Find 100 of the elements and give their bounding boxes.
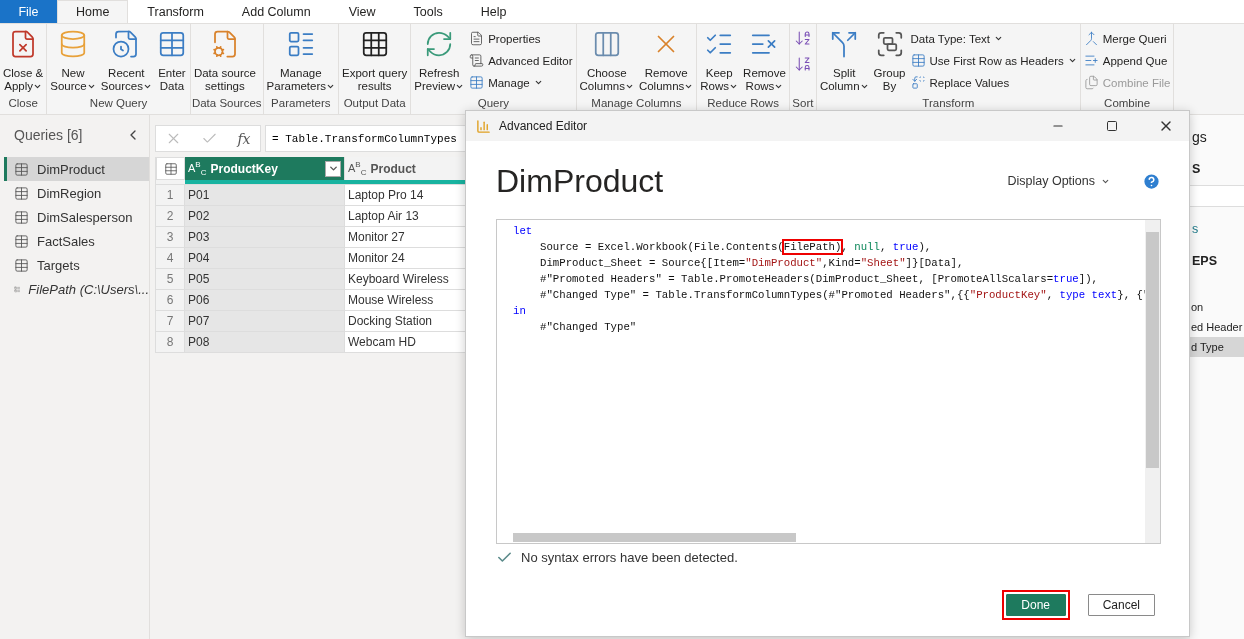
ribbon-button[interactable]: Append Que <box>1083 51 1171 70</box>
scroll-icon <box>469 53 485 68</box>
file-tab[interactable]: File <box>0 0 57 23</box>
display-options-button[interactable]: Display Options <box>1007 174 1110 188</box>
cancel-button[interactable]: Cancel <box>1087 594 1155 616</box>
query-item[interactable]: FactSales <box>4 229 149 253</box>
row-number: 5 <box>156 269 185 290</box>
table-icon <box>14 209 29 225</box>
section-heading: S <box>1191 161 1202 178</box>
code-line: let <box>513 224 534 239</box>
caret-icon <box>624 82 634 91</box>
ribbon-button[interactable]: Refresh Preview <box>412 29 467 93</box>
list-plus-icon <box>1083 53 1099 68</box>
ribbon-button[interactable]: Recent Sources <box>98 29 154 93</box>
table-cell: Docking Station <box>345 311 467 332</box>
caret-icon <box>455 82 465 91</box>
query-item[interactable]: DimSalesperson <box>4 205 149 229</box>
group-label: Combine <box>1103 97 1152 111</box>
group-label: Data Sources <box>191 97 262 111</box>
status-message: No syntax errors have been detected. <box>521 550 738 565</box>
query-item[interactable]: Targets <box>4 253 149 277</box>
ribbon-button[interactable]: Advanced Editor <box>469 51 573 70</box>
maximize-icon[interactable] <box>1106 120 1118 132</box>
row-number: 8 <box>156 332 185 353</box>
files-icon <box>1083 75 1099 90</box>
properties-link[interactable]: s <box>1190 219 1244 239</box>
table-cell: P03 <box>185 227 345 248</box>
database-icon <box>58 29 88 59</box>
ribbon-button[interactable]: Use First Row as Headers <box>910 51 1077 70</box>
code-line: #"Changed Type" <box>539 320 638 335</box>
ribbon-button[interactable]: Choose Columns <box>577 29 636 93</box>
ribbon-button[interactable]: Export query results <box>340 29 410 93</box>
query-item[interactable]: FilePath (C:\Users\... <box>4 277 149 301</box>
code-line: in <box>513 304 527 319</box>
caret-icon <box>326 82 336 91</box>
table-icon <box>14 161 29 177</box>
table-icon[interactable] <box>163 161 178 176</box>
caret-icon <box>1067 56 1077 65</box>
table-cell: P05 <box>185 269 345 290</box>
table-cell: Monitor 24 <box>345 248 467 269</box>
caret-icon <box>33 82 43 91</box>
applied-step[interactable]: on <box>1190 297 1244 317</box>
row-number: 4 <box>156 248 185 269</box>
ribbon-button[interactable]: Close & Apply <box>1 29 46 93</box>
row-number: 6 <box>156 290 185 311</box>
code-line: #"Promoted Headers" = Table.PromoteHeaders(DimProduct_Sheet, [PromoteAllScalars=true]), <box>539 272 1099 287</box>
table-icon <box>469 75 485 90</box>
applied-step[interactable]: d Type <box>1190 337 1244 357</box>
table-cell: Monitor 27 <box>345 227 467 248</box>
ribbon-button[interactable]: Data Type: Text <box>910 29 1077 48</box>
caret-icon <box>859 82 869 91</box>
query-item[interactable]: DimRegion <box>4 181 149 205</box>
caret-icon <box>774 82 784 91</box>
sort-descending-icon <box>793 55 812 73</box>
ribbon-button[interactable]: Split Column <box>817 29 871 93</box>
caret-icon <box>994 34 1003 43</box>
ribbon-button[interactable]: Replace Values <box>910 73 1077 92</box>
ribbon-button[interactable]: Properties <box>469 29 573 48</box>
code-editor[interactable] <box>496 219 1161 544</box>
table-cell: P04 <box>185 248 345 269</box>
ribbon-button[interactable]: Enter Data <box>154 29 189 93</box>
horizontal-scrollbar-thumb[interactable] <box>513 533 796 542</box>
ribbon-button[interactable]: Merge Queri <box>1083 29 1171 48</box>
table-icon <box>14 257 29 273</box>
ribbon-button[interactable]: Manage <box>469 73 573 92</box>
formula-field[interactable]: = Table.TransformColumnTypes <box>265 125 467 152</box>
help-icon[interactable] <box>1142 171 1161 191</box>
ribbon-button[interactable]: Remove Rows <box>741 29 788 93</box>
ribbon-button[interactable]: Manage Parameters <box>264 29 338 93</box>
query-heading: DimProduct <box>496 162 665 200</box>
done-button[interactable]: Done <box>1005 594 1066 616</box>
query-item[interactable]: DimProduct <box>4 157 149 181</box>
section-heading: EPS <box>1191 253 1218 270</box>
group-label: Parameters <box>270 97 332 111</box>
ribbon-button[interactable]: Remove Columns <box>636 29 696 93</box>
pane-title: Queries [6] <box>14 127 83 143</box>
ribbon-tab[interactable]: Home <box>57 0 129 23</box>
ribbon-button[interactable]: Group By <box>871 29 908 93</box>
group-label: Reduce Rows <box>706 97 780 111</box>
column-header[interactable]: A$^{B}$$_{C}$ ProductKey <box>185 157 345 180</box>
ribbon-button[interactable]: New Source <box>48 29 98 93</box>
filter-button[interactable] <box>325 160 341 177</box>
group-label: Output Data <box>342 97 407 111</box>
caret-icon <box>86 82 96 91</box>
row-number: 1 <box>156 185 185 206</box>
app-icon <box>476 118 491 134</box>
applied-step[interactable]: ed Header <box>1190 317 1244 337</box>
table-icon <box>910 53 926 68</box>
caret-icon <box>142 82 152 91</box>
table-cell: P07 <box>185 311 345 332</box>
name-field[interactable] <box>1190 185 1244 207</box>
table-cell: Webcam HD <box>345 332 467 353</box>
vertical-scrollbar[interactable] <box>1145 220 1160 543</box>
table-cell: Keyboard Wireless <box>345 269 467 290</box>
group-label: Sort <box>791 97 815 111</box>
dialog-title: Advanced Editor <box>499 119 589 133</box>
ribbon-button[interactable]: Data source settings <box>191 29 258 93</box>
function-button[interactable]: fx <box>237 130 251 147</box>
ribbon-button[interactable]: Keep Rows <box>698 29 741 93</box>
row-number: 3 <box>156 227 185 248</box>
